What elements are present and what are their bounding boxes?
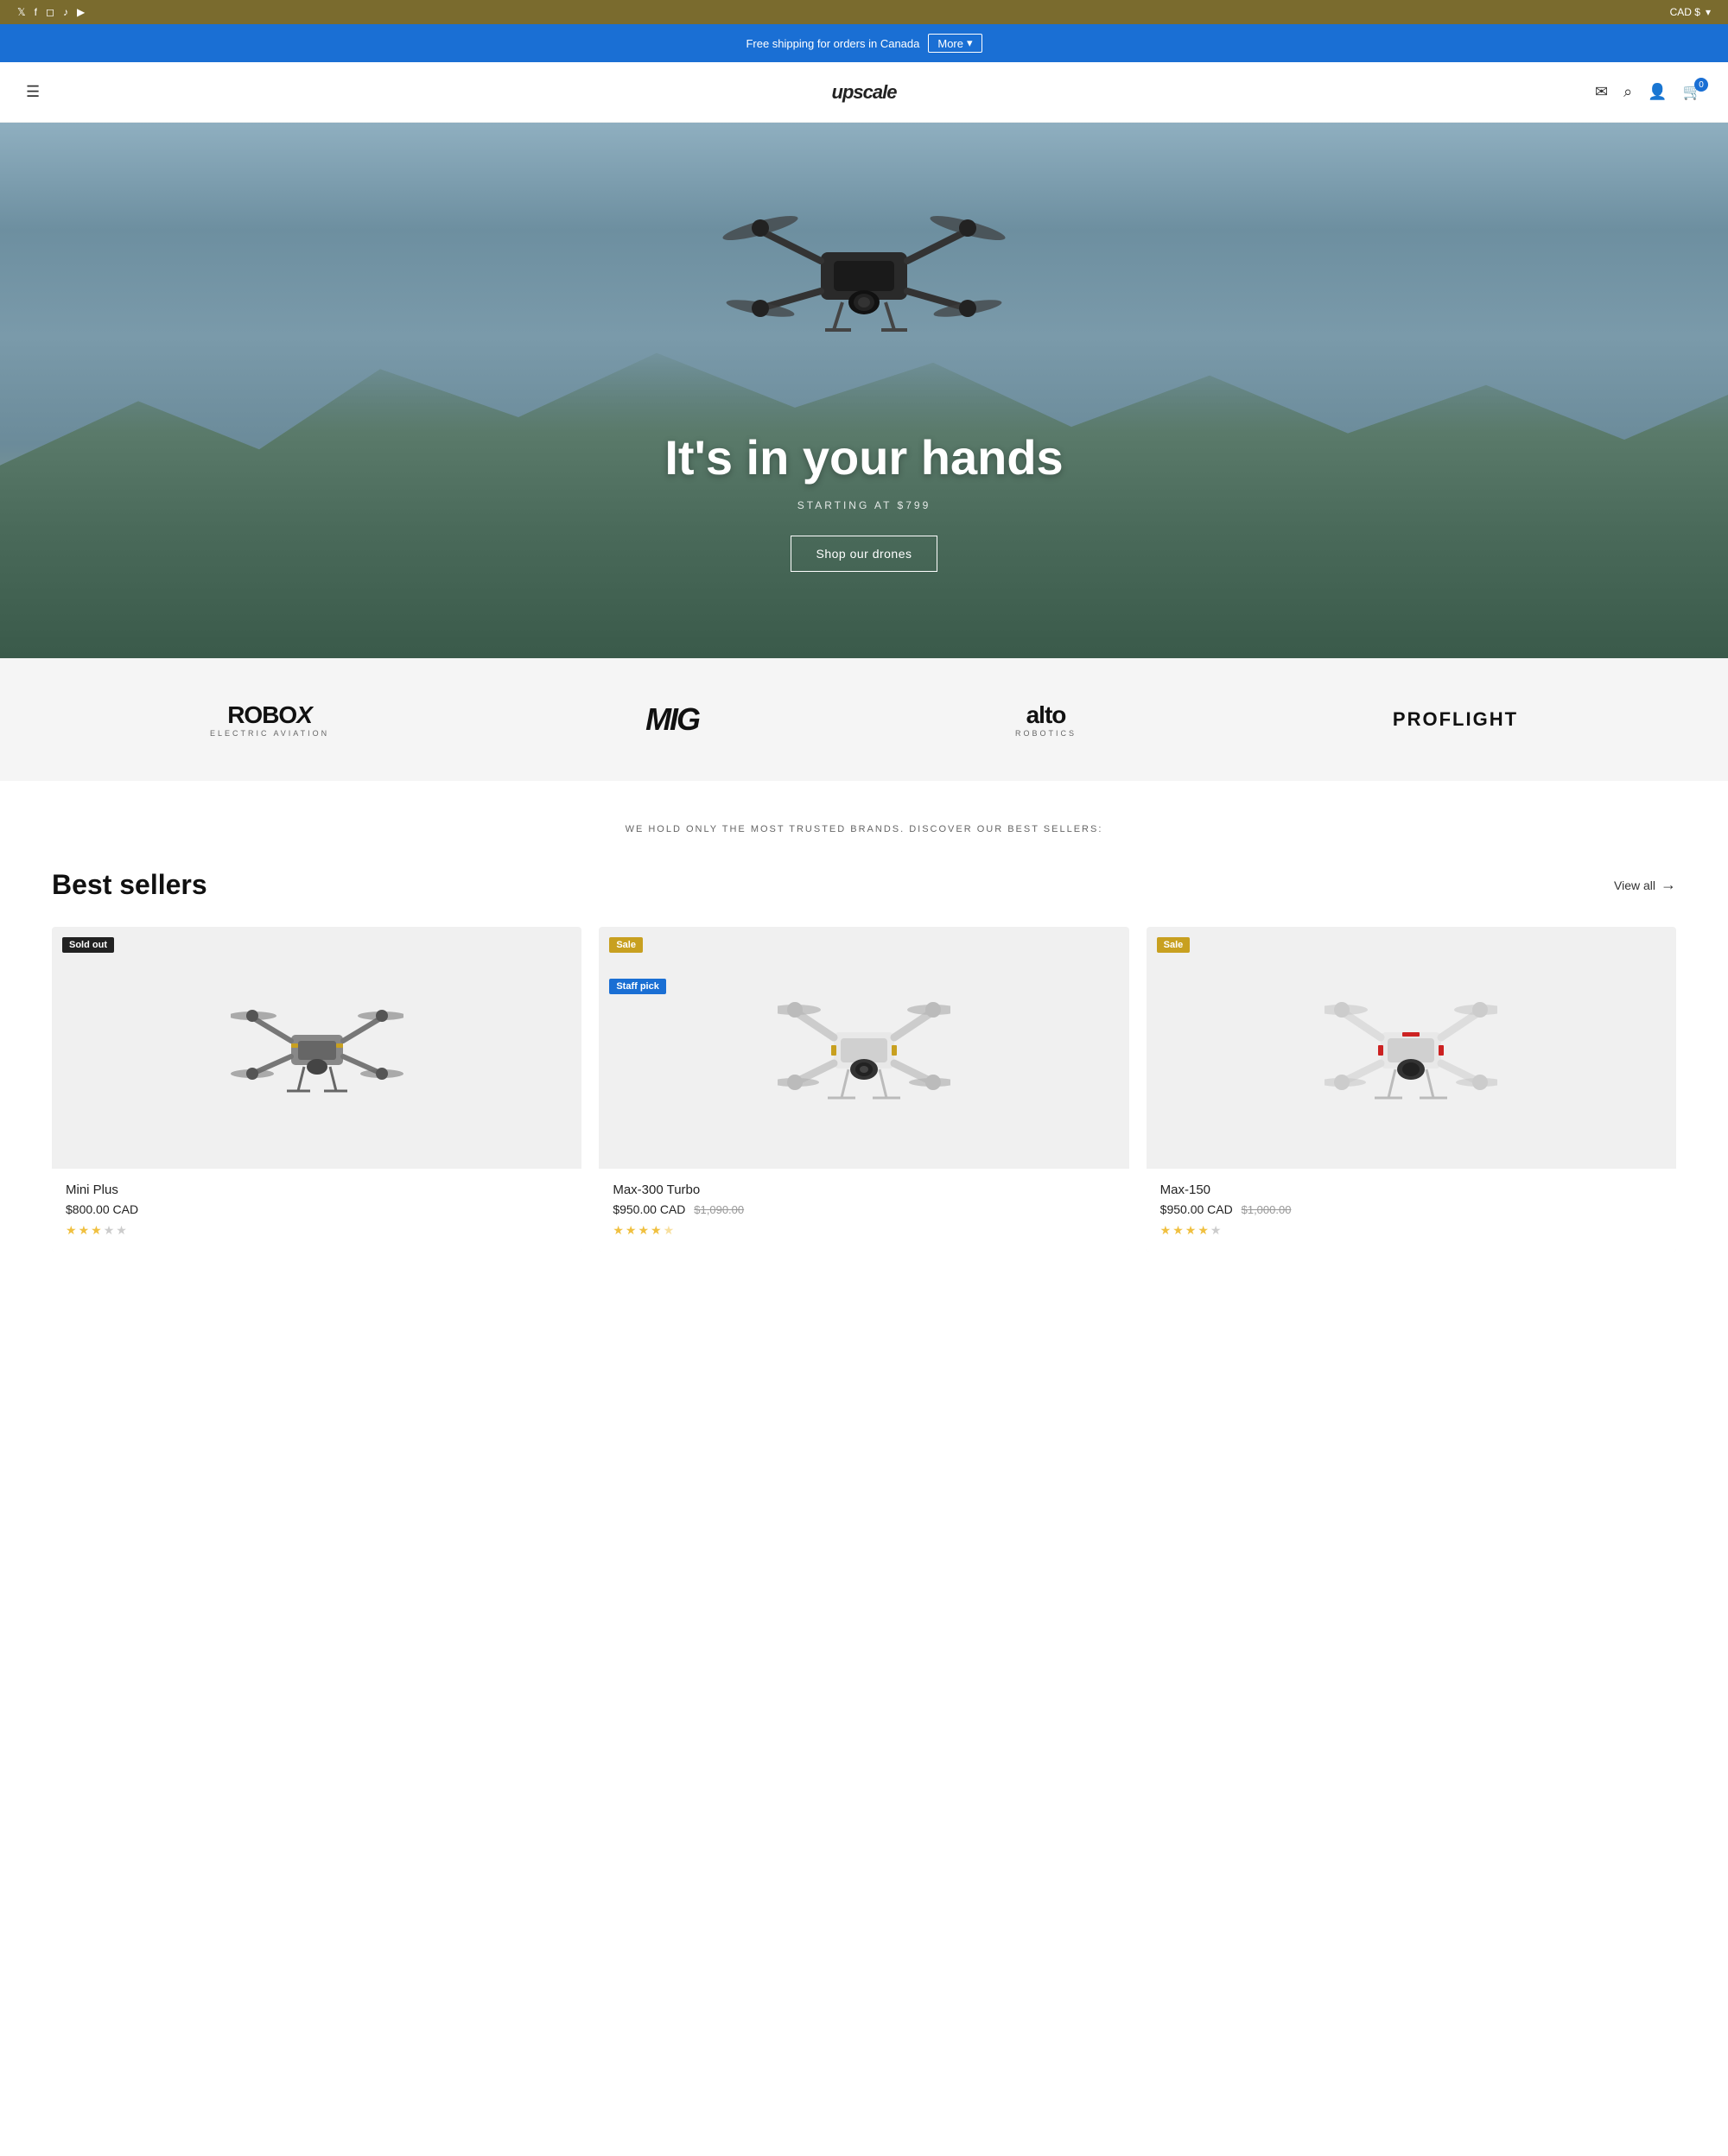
product-stars-3: ★ ★ ★ ★ ★ (1160, 1223, 1662, 1238)
product-price-1: $800.00 CAD (66, 1202, 568, 1216)
tiktok-icon[interactable]: ♪ (63, 6, 68, 18)
site-header: ☰ upscale ✉ ⌕ 👤 🛒 0 (0, 62, 1728, 123)
email-icon[interactable]: ✉ (1595, 83, 1608, 101)
currency-selector[interactable]: CAD $ ▾ (1670, 6, 1711, 18)
product-image-wrap-3: Sale (1147, 927, 1676, 1169)
product-price-2: $950.00 CAD $1,090.00 (613, 1202, 1115, 1216)
social-links: 𝕏 f ◻ ♪ ▶ (17, 6, 85, 18)
badge-staff-pick: Staff pick (609, 979, 666, 994)
instagram-icon[interactable]: ◻ (46, 6, 54, 18)
product-name-3: Max-150 (1160, 1183, 1662, 1197)
facebook-icon[interactable]: f (35, 6, 37, 18)
hero-drone-image (700, 174, 1028, 365)
header-right: ✉ ⌕ 👤 🛒 0 (1595, 83, 1702, 101)
product-name-2: Max-300 Turbo (613, 1183, 1115, 1197)
currency-chevron: ▾ (1706, 6, 1711, 18)
brand-proflight[interactable]: PROFLIGHT (1393, 708, 1518, 731)
badge-sale-2: Sale (609, 937, 643, 953)
brand-robox[interactable]: ROBOX ELECTRIC AVIATION (210, 701, 329, 738)
section-header: Best sellers View all → (52, 869, 1676, 901)
more-chevron: ▾ (967, 36, 973, 50)
more-button[interactable]: More ▾ (928, 34, 982, 53)
hero-content: It's in your hands STARTING AT $799 Shop… (664, 429, 1063, 572)
product-info-1: Mini Plus $800.00 CAD ★ ★ ★ ★ ★ (52, 1169, 581, 1252)
hero-section: It's in your hands STARTING AT $799 Shop… (0, 123, 1728, 658)
product-name-1: Mini Plus (66, 1183, 568, 1197)
brands-bar: ROBOX ELECTRIC AVIATION MIG alto ROBOTIC… (0, 658, 1728, 781)
site-logo[interactable]: upscale (832, 81, 897, 104)
announcement-text: Free shipping for orders in Canada (746, 37, 919, 50)
view-all-arrow-icon: → (1661, 876, 1676, 894)
twitter-icon[interactable]: 𝕏 (17, 6, 26, 18)
top-bar: 𝕏 f ◻ ♪ ▶ CAD $ ▾ (0, 0, 1728, 24)
brand-mig[interactable]: MIG (645, 701, 699, 738)
product-info-2: Max-300 Turbo $950.00 CAD $1,090.00 ★ ★ … (599, 1169, 1128, 1252)
product-info-3: Max-150 $950.00 CAD $1,000.00 ★ ★ ★ ★ ★ (1147, 1169, 1676, 1252)
product-card-max300[interactable]: Sale Staff pick (599, 927, 1128, 1252)
cart-icon[interactable]: 🛒 0 (1683, 83, 1702, 101)
product-price-3: $950.00 CAD $1,000.00 (1160, 1202, 1662, 1216)
announcement-bar: Free shipping for orders in Canada More … (0, 24, 1728, 62)
product-card-max150[interactable]: Sale (1147, 927, 1676, 1252)
product-image-wrap-2: Sale Staff pick (599, 927, 1128, 1169)
vimeo-icon[interactable]: ▶ (77, 6, 85, 18)
hero-subtitle: STARTING AT $799 (664, 499, 1063, 511)
hero-cta-button[interactable]: Shop our drones (791, 536, 937, 572)
badge-sale-3: Sale (1157, 937, 1191, 953)
product-stars-1: ★ ★ ★ ★ ★ (66, 1223, 568, 1238)
view-all-link[interactable]: View all → (1614, 876, 1676, 894)
product-original-price-3: $1,000.00 (1242, 1203, 1292, 1216)
hamburger-icon[interactable]: ☰ (26, 83, 40, 101)
product-grid: Sold out (52, 927, 1676, 1252)
product-image-wrap-1: Sold out (52, 927, 581, 1169)
view-all-label: View all (1614, 878, 1655, 892)
header-left: ☰ (26, 83, 40, 101)
product-stars-2: ★ ★ ★ ★ ★ (613, 1223, 1115, 1238)
section-title: Best sellers (52, 869, 207, 901)
currency-label: CAD $ (1670, 6, 1700, 18)
cart-badge: 0 (1694, 78, 1708, 92)
section-intro: WE HOLD ONLY THE MOST TRUSTED BRANDS. DI… (52, 824, 1676, 834)
product-original-price-2: $1,090.00 (694, 1203, 744, 1216)
bestsellers-section: WE HOLD ONLY THE MOST TRUSTED BRANDS. DI… (0, 781, 1728, 1303)
account-icon[interactable]: 👤 (1648, 83, 1667, 101)
product-card-mini-plus[interactable]: Sold out (52, 927, 581, 1252)
brand-alto[interactable]: alto ROBOTICS (1015, 701, 1077, 738)
hero-title: It's in your hands (664, 429, 1063, 485)
search-icon[interactable]: ⌕ (1623, 83, 1632, 101)
badge-sold-out: Sold out (62, 937, 114, 953)
